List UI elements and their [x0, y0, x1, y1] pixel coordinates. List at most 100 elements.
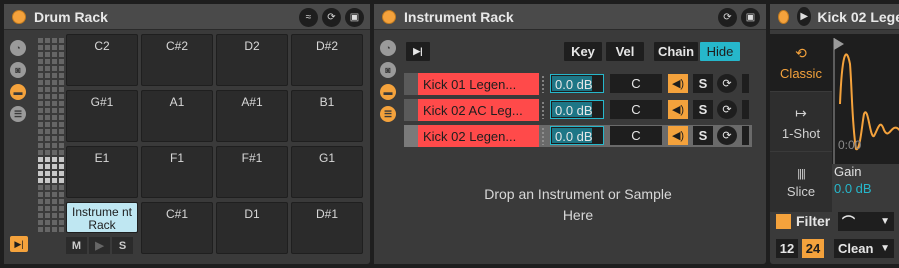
drum-pad[interactable]: C#2 — [141, 34, 213, 86]
drum-pad[interactable]: D1 — [216, 202, 288, 254]
snapshot-icon[interactable]: ◙ — [10, 62, 26, 78]
drum-rack-header: Drum Rack ≈ ⟳ ▣ — [4, 4, 370, 30]
drum-pad[interactable]: D#2 — [291, 34, 363, 86]
drum-pad[interactable]: D#1 — [291, 202, 363, 254]
drum-pad[interactable]: A#1 — [216, 90, 288, 142]
playback-mode-selector: ⟲ Classic ↦ 1-Shot |||| Slice — [770, 34, 832, 212]
chain-name[interactable]: Kick 01 Legen... — [418, 73, 539, 95]
macro-toggle-icon[interactable]: ◔ — [380, 40, 396, 56]
speaker-icon[interactable]: ◀) — [668, 100, 688, 119]
auto-select-icon[interactable]: ▶| — [406, 42, 430, 61]
pad-label: D1 — [244, 207, 260, 221]
drum-pad-selected[interactable]: Instrume nt Rack — [66, 202, 138, 233]
chain-row[interactable]: Kick 02 AC Leg... 0.0 dB C ◀) S ⟳ — [404, 99, 752, 121]
auto-select-icon[interactable]: ▶| — [10, 236, 28, 252]
chain-handle[interactable] — [404, 125, 418, 147]
chain-volume[interactable]: 0.0 dB — [550, 100, 604, 119]
drum-pad[interactable]: C2 — [66, 34, 138, 86]
filter-toggle[interactable] — [776, 214, 791, 229]
pad-view-icon[interactable]: ▬ — [10, 84, 26, 100]
chain-volume[interactable]: 0.0 dB — [550, 74, 604, 93]
drum-pad[interactable]: E1 — [66, 146, 138, 198]
randomize-icon[interactable]: ⟳ — [322, 8, 341, 27]
hot-swap-icon[interactable]: ⟳ — [717, 126, 737, 145]
chain-pan[interactable]: C — [610, 100, 662, 119]
pad-solo-button[interactable]: S — [112, 237, 133, 254]
drum-pad[interactable]: D2 — [216, 34, 288, 86]
slope-12-button[interactable]: 12 — [776, 239, 798, 258]
drum-rack-title: Drum Rack — [34, 8, 108, 25]
pad-label: Instrume nt Rack — [71, 205, 133, 232]
drum-pad[interactable]: B1 — [291, 90, 363, 142]
instrument-rack-device: Instrument Rack ⟳ ▣ ◔ ◙ ▬ ☰ ▶| Key Vel C… — [374, 4, 766, 264]
pad-label: D#1 — [315, 207, 338, 221]
macro-view-icon[interactable]: ▬ — [380, 84, 396, 100]
pad-play-button[interactable]: ▶ — [89, 237, 110, 254]
randomize-icon[interactable]: ⟳ — [718, 8, 737, 27]
macro-toggle-icon[interactable]: ◔ — [10, 40, 26, 56]
chain-name[interactable]: Kick 02 AC Leg... — [418, 99, 539, 121]
velocity-zone-button[interactable]: Vel — [606, 42, 644, 61]
chain-pan[interactable]: C — [610, 126, 662, 145]
drum-rack-power-button[interactable] — [12, 9, 26, 24]
drum-rack-device: Drum Rack ≈ ⟳ ▣ ◔ ◙ ▬ ☰ ▶| C2 C#2 D2 D#2… — [4, 4, 370, 264]
sample-waveform[interactable]: 0:00 — [832, 34, 899, 164]
hot-swap-icon[interactable]: ⟳ — [717, 74, 737, 93]
gain-section[interactable]: Gain 0.0 dB — [834, 164, 872, 196]
chain-handle[interactable] — [404, 73, 418, 95]
drum-pad[interactable]: F#1 — [216, 146, 288, 198]
simpler-header: ▶ Kick 02 Lege — [770, 4, 899, 30]
chain-volume[interactable]: 0.0 dB — [550, 126, 604, 145]
chain-list-icon[interactable]: ☰ — [380, 106, 396, 122]
chain-solo-button[interactable]: S — [693, 126, 713, 145]
preview-play-icon[interactable]: ▶ — [797, 7, 812, 26]
mode-one-shot-button[interactable]: ↦ 1-Shot — [770, 94, 832, 152]
drop-zone[interactable]: Drop an Instrument or Sample Here — [404, 184, 752, 226]
drum-pad[interactable]: G#1 — [66, 90, 138, 142]
chain-select-button[interactable]: Chain — [654, 42, 698, 61]
loop-icon: ⟲ — [795, 44, 807, 61]
pad-label: B1 — [319, 95, 335, 109]
mode-slice-button[interactable]: |||| Slice — [770, 154, 832, 212]
chain-drag-handle[interactable] — [541, 75, 545, 93]
chain-meter — [742, 74, 749, 93]
snapshot-icon[interactable]: ◙ — [380, 62, 396, 78]
pad-overview-grid[interactable] — [38, 38, 64, 232]
speaker-icon[interactable]: ◀) — [668, 126, 688, 145]
simpler-power-button[interactable] — [778, 9, 790, 24]
gain-value[interactable]: 0.0 dB — [834, 181, 872, 196]
chain-name[interactable]: Kick 02 Legen... — [418, 125, 539, 147]
pad-label: D#2 — [315, 39, 338, 53]
chain-row-selected[interactable]: Kick 02 Legen... 0.0 dB C ◀) S ⟳ — [404, 125, 752, 147]
speaker-icon[interactable]: ◀) — [668, 74, 688, 93]
chain-solo-button[interactable]: S — [693, 100, 713, 119]
chain-drag-handle[interactable] — [541, 127, 545, 145]
pad-mute-button[interactable]: M — [66, 237, 87, 254]
save-preset-icon[interactable]: ▣ — [345, 8, 364, 27]
chain-row[interactable]: Kick 01 Legen... 0.0 dB C ◀) S ⟳ — [404, 73, 752, 95]
chain-list-icon[interactable]: ☰ — [10, 106, 26, 122]
instrument-rack-power-button[interactable] — [382, 9, 396, 24]
drum-pad[interactable]: A1 — [141, 90, 213, 142]
drum-pad[interactable]: G1 — [291, 146, 363, 198]
gain-label: Gain — [834, 164, 862, 179]
key-zone-button[interactable]: Key — [564, 42, 602, 61]
drum-pad[interactable]: F1 — [141, 146, 213, 198]
drum-rack-side-strip: ◔ ◙ ▬ ☰ ▶| — [4, 30, 34, 264]
chain-pan[interactable]: C — [610, 74, 662, 93]
chain-drag-handle[interactable] — [541, 101, 545, 119]
mode-classic-button[interactable]: ⟲ Classic — [770, 34, 832, 92]
drum-pad[interactable]: C#1 — [141, 202, 213, 254]
chain-handle[interactable] — [404, 99, 418, 121]
hot-swap-icon[interactable]: ⟳ — [717, 100, 737, 119]
mode-label: Classic — [780, 65, 822, 81]
macro-variations-icon[interactable]: ≈ — [299, 8, 318, 27]
pad-label: D2 — [244, 39, 260, 53]
drive-mode-dropdown[interactable]: Clean ▼ — [834, 239, 894, 258]
chain-solo-button[interactable]: S — [693, 74, 713, 93]
filter-type-dropdown[interactable]: ⌒ ▼ — [838, 212, 894, 231]
save-preset-icon[interactable]: ▣ — [741, 8, 760, 27]
hide-zones-button[interactable]: Hide — [700, 42, 740, 61]
pad-label: G1 — [318, 151, 335, 165]
slope-24-button[interactable]: 24 — [802, 239, 824, 258]
